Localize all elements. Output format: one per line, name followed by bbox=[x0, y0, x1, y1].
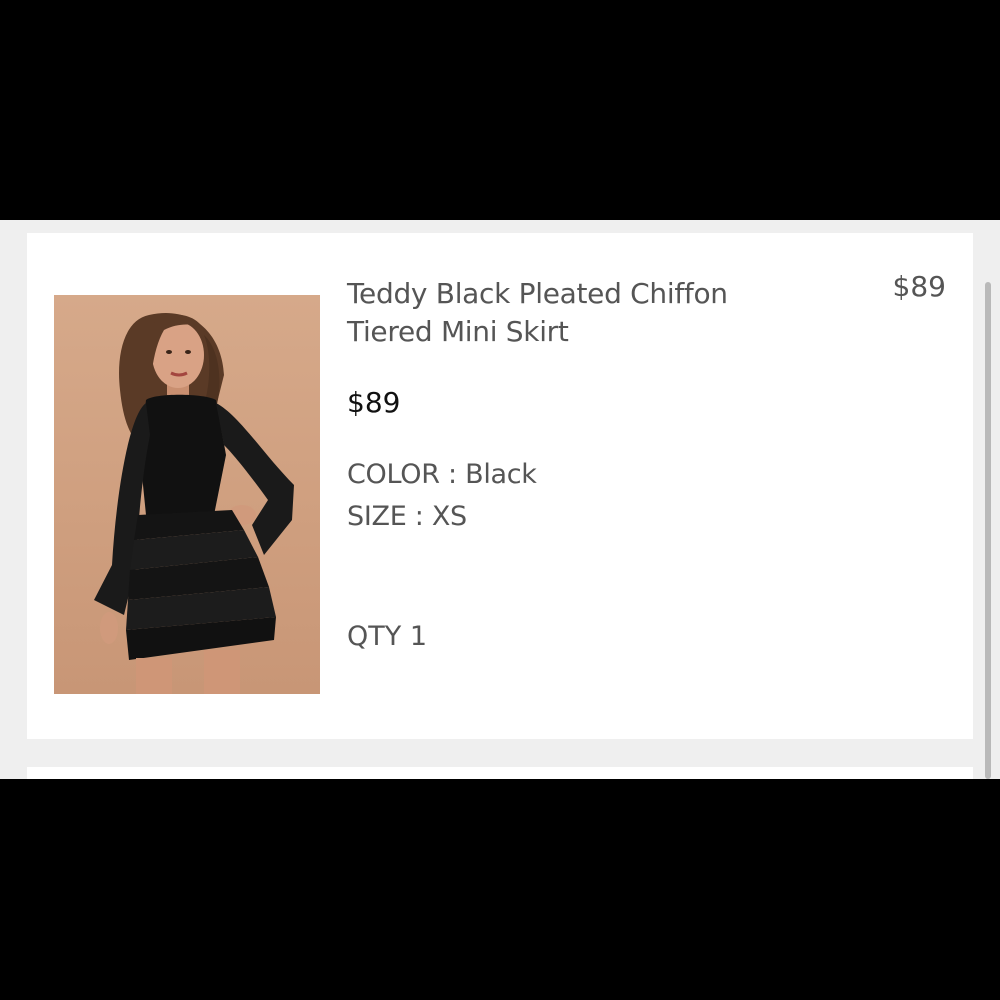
cart-viewport: Teddy Black Pleated Chiffon Tiered Mini … bbox=[0, 220, 1000, 779]
unit-price: $89 bbox=[347, 386, 401, 419]
qty-value: 1 bbox=[409, 621, 428, 652]
color-label: COLOR bbox=[347, 459, 440, 490]
product-title-line-2: Tiered Mini Skirt bbox=[347, 315, 569, 348]
color-attribute: COLOR : Black bbox=[347, 459, 537, 490]
attribute-separator: : bbox=[414, 501, 432, 532]
cart-item-card: Teddy Black Pleated Chiffon Tiered Mini … bbox=[27, 233, 973, 739]
product-title[interactable]: Teddy Black Pleated Chiffon Tiered Mini … bbox=[347, 275, 817, 351]
next-cart-item-card bbox=[27, 767, 973, 779]
letterbox-top bbox=[0, 0, 1000, 220]
line-total-price: $89 bbox=[892, 270, 946, 303]
size-value: XS bbox=[431, 501, 467, 532]
color-value: Black bbox=[465, 459, 537, 490]
scrollbar[interactable] bbox=[985, 282, 991, 779]
product-title-line-1: Teddy Black Pleated Chiffon bbox=[347, 277, 728, 310]
quantity[interactable]: QTY 1 bbox=[347, 621, 427, 652]
qty-label: QTY bbox=[347, 621, 402, 652]
product-image[interactable] bbox=[54, 295, 320, 694]
attribute-separator: : bbox=[448, 459, 466, 490]
letterbox-bottom bbox=[0, 779, 1000, 1000]
size-label: SIZE bbox=[347, 501, 407, 532]
model-illustration bbox=[94, 313, 294, 694]
size-attribute: SIZE : XS bbox=[347, 501, 467, 532]
